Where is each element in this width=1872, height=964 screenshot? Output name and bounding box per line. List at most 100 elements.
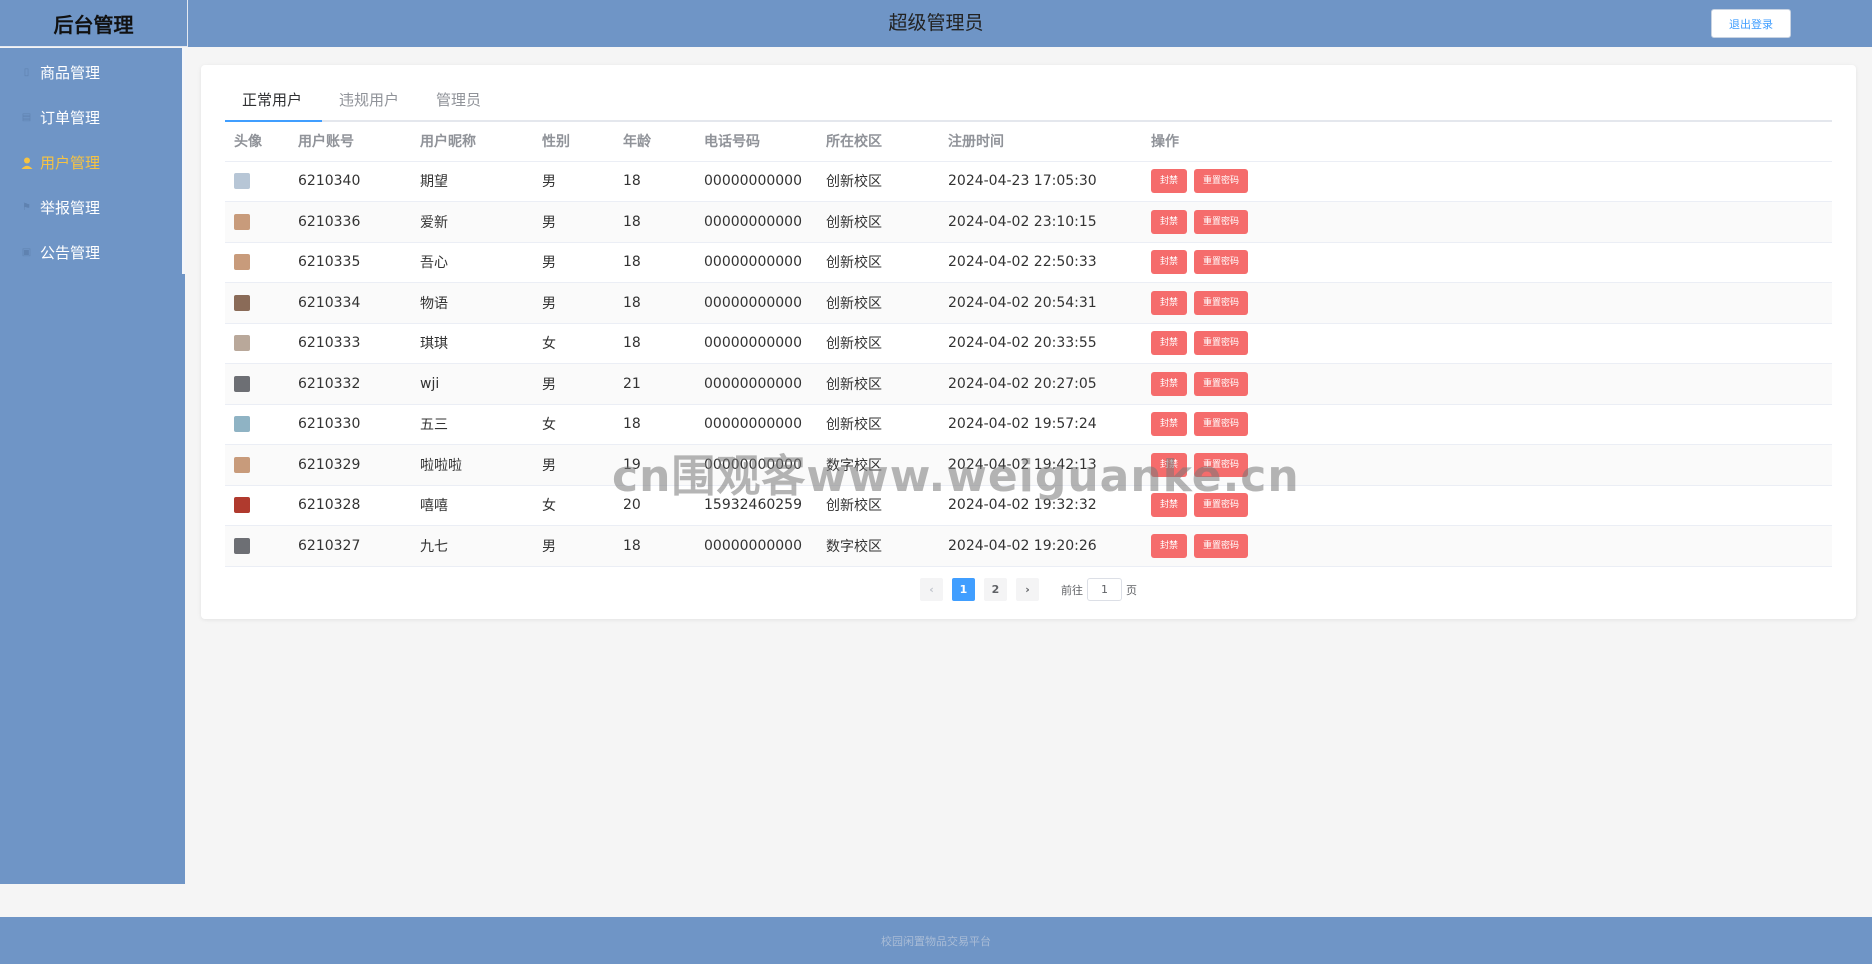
ban-button[interactable]: 封禁 <box>1151 493 1188 518</box>
reset-password-button[interactable]: 重置密码 <box>1194 331 1249 356</box>
goto-page-input[interactable] <box>1087 578 1122 601</box>
user-icon <box>20 156 33 169</box>
reset-password-button[interactable]: 重置密码 <box>1194 533 1249 558</box>
sidebar-item-reports[interactable]: ⚑ 举报管理 <box>0 185 182 230</box>
page-role-title: 超级管理员 <box>888 12 984 34</box>
sidebar-item-notices[interactable]: ▣ 公告管理 <box>0 230 182 275</box>
registered-time-cell: 2024-04-02 19:57:24 <box>939 404 1142 445</box>
account-cell: 6210335 <box>289 242 411 283</box>
next-page-button[interactable]: › <box>1016 578 1039 601</box>
phone-cell: 00000000000 <box>695 201 817 243</box>
account-cell: 6210329 <box>289 444 411 486</box>
ban-button[interactable]: 封禁 <box>1151 371 1188 396</box>
reset-password-button[interactable]: 重置密码 <box>1194 169 1249 194</box>
tab-normal-users[interactable]: 正常用户 <box>242 79 302 122</box>
registered-time-cell: 2024-04-02 23:10:15 <box>939 201 1142 243</box>
campus-cell: 数字校区 <box>817 525 939 567</box>
column-header-nickname: 用户昵称 <box>411 122 533 162</box>
registered-time-cell: 2024-04-23 17:05:30 <box>939 161 1142 202</box>
table-row: 6210332 wji 男 21 00000000000 创新校区 2024-04-02 2… <box>225 363 1832 405</box>
ban-button[interactable]: 封禁 <box>1151 533 1188 558</box>
column-header-registered: 注册时间 <box>939 122 1142 162</box>
notice-icon: ▣ <box>21 247 32 258</box>
campus-cell: 创新校区 <box>817 161 939 202</box>
sidebar-item-users[interactable]: 用户管理 <box>0 140 182 185</box>
reset-password-button[interactable]: 重置密码 <box>1194 412 1249 437</box>
reset-password-button[interactable]: 重置密码 <box>1194 371 1249 396</box>
gender-cell: 男 <box>533 525 614 567</box>
sidebar-item-goods[interactable]: ▯ 商品管理 <box>0 50 182 95</box>
account-cell: 6210334 <box>289 282 411 324</box>
sidebar-item-label: 商品管理 <box>40 64 101 82</box>
gender-cell: 男 <box>533 161 614 202</box>
reset-password-button[interactable]: 重置密码 <box>1194 452 1249 477</box>
gender-cell: 女 <box>533 404 614 445</box>
nickname-cell: 爱新 <box>411 201 533 243</box>
age-cell: 18 <box>614 323 695 364</box>
sidebar-item-label: 用户管理 <box>40 154 101 172</box>
ban-button[interactable]: 封禁 <box>1151 290 1188 315</box>
sidebar: ▯ 商品管理 ▤ 订单管理 用户管理 ⚑ 举报管理 ▣ 公告管理 <box>0 48 185 884</box>
ban-button[interactable]: 封禁 <box>1151 452 1188 477</box>
gender-cell: 女 <box>533 485 614 526</box>
ban-button[interactable]: 封禁 <box>1151 412 1188 437</box>
phone-cell: 00000000000 <box>695 525 817 567</box>
campus-cell: 创新校区 <box>817 323 939 364</box>
reset-password-button[interactable]: 重置密码 <box>1194 290 1249 315</box>
nickname-cell: 期望 <box>411 161 533 202</box>
logout-button[interactable]: 退出登录 <box>1711 9 1791 38</box>
gender-cell: 男 <box>533 201 614 243</box>
account-cell: 6210332 <box>289 363 411 405</box>
registered-time-cell: 2024-04-02 20:54:31 <box>939 282 1142 324</box>
phone-cell: 00000000000 <box>695 161 817 202</box>
phone-cell: 00000000000 <box>695 404 817 445</box>
age-cell: 19 <box>614 444 695 486</box>
ban-button[interactable]: 封禁 <box>1151 169 1188 194</box>
account-cell: 6210327 <box>289 525 411 567</box>
avatar <box>234 335 250 352</box>
campus-cell: 创新校区 <box>817 201 939 243</box>
registered-time-cell: 2024-04-02 20:27:05 <box>939 363 1142 405</box>
nickname-cell: 嘻嘻 <box>411 485 533 526</box>
actions-cell: 封禁 重置密码 <box>1142 404 1832 445</box>
phone-cell: 00000000000 <box>695 282 817 324</box>
avatar-cell <box>225 363 289 405</box>
nickname-cell: wji <box>411 363 533 405</box>
tab-banned-users[interactable]: 违规用户 <box>339 79 399 122</box>
sidebar-item-orders[interactable]: ▤ 订单管理 <box>0 95 182 140</box>
campus-cell: 创新校区 <box>817 242 939 283</box>
tab-admins[interactable]: 管理员 <box>436 79 481 122</box>
table-row: 6210335 吾心男 18 00000000000 创新校区 2024-04-02 22… <box>225 242 1832 283</box>
account-cell: 6210333 <box>289 323 411 364</box>
brand-title: 后台管理 <box>0 0 188 47</box>
avatar <box>234 173 250 190</box>
avatar <box>234 294 250 311</box>
page-1-button[interactable]: 1 <box>952 578 975 601</box>
campus-cell: 数字校区 <box>817 444 939 486</box>
ban-button[interactable]: 封禁 <box>1151 331 1188 356</box>
prev-page-button[interactable]: ‹ <box>920 578 943 601</box>
nickname-cell: 五三 <box>411 404 533 445</box>
reset-password-button[interactable]: 重置密码 <box>1194 250 1249 275</box>
phone-cell: 00000000000 <box>695 242 817 283</box>
actions-cell: 封禁 重置密码 <box>1142 201 1832 243</box>
account-cell: 6210336 <box>289 201 411 243</box>
table-row: 6210333 琪琪女 18 00000000000 创新校区 2024-04-02 20… <box>225 323 1832 364</box>
ban-button[interactable]: 封禁 <box>1151 250 1188 275</box>
campus-cell: 创新校区 <box>817 485 939 526</box>
registered-time-cell: 2024-04-02 20:33:55 <box>939 323 1142 364</box>
report-icon: ⚑ <box>22 202 31 213</box>
user-type-tabs: 正常用户 违规用户 管理员 <box>225 79 1832 122</box>
page-2-button[interactable]: 2 <box>984 578 1007 601</box>
nickname-cell: 琪琪 <box>411 323 533 364</box>
age-cell: 18 <box>614 201 695 243</box>
reset-password-button[interactable]: 重置密码 <box>1194 493 1249 518</box>
avatar-cell <box>225 485 289 526</box>
actions-cell: 封禁 重置密码 <box>1142 282 1832 324</box>
sidebar-divider <box>182 48 185 274</box>
column-header-account: 用户账号 <box>289 122 411 162</box>
reset-password-button[interactable]: 重置密码 <box>1194 209 1249 234</box>
footer: 校园闲置物品交易平台 <box>0 917 1872 964</box>
column-header-gender: 性别 <box>533 122 614 162</box>
ban-button[interactable]: 封禁 <box>1151 209 1188 234</box>
